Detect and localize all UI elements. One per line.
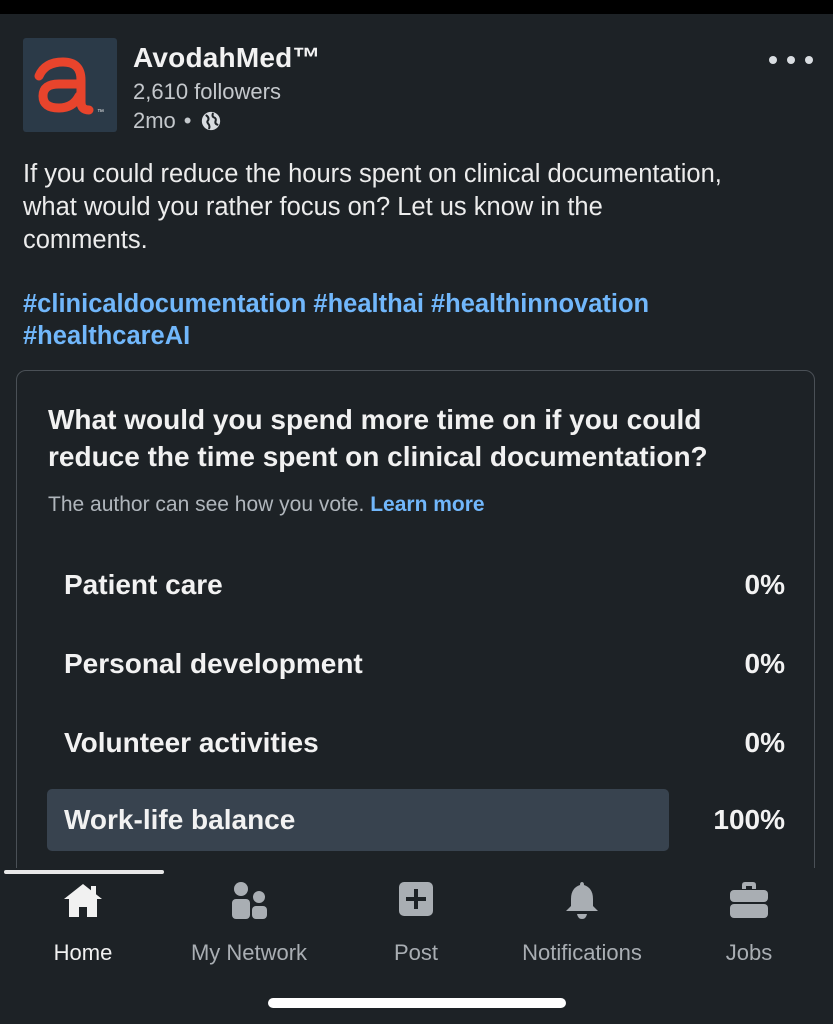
poll-option[interactable]: Personal development 0% — [47, 633, 787, 695]
globe-icon — [201, 111, 220, 131]
poll-option-percent: 0% — [744, 648, 785, 679]
nav-jobs[interactable]: Jobs — [666, 880, 832, 980]
poll-option-percent: 100% — [713, 804, 785, 835]
company-logo[interactable]: ™ — [23, 38, 117, 132]
bell-icon — [566, 882, 598, 919]
nav-my-network[interactable]: My Network — [166, 880, 332, 980]
poll-option-label: Patient care — [64, 569, 223, 600]
poll-option[interactable]: Work-life balance 100% — [47, 789, 787, 851]
nav-label: Notifications — [522, 940, 642, 965]
poll-card: What would you spend more time on if you… — [16, 370, 815, 930]
post-text-line: comments. — [23, 226, 148, 254]
nav-post[interactable]: Post — [333, 880, 499, 980]
nav-home[interactable]: Home — [0, 880, 166, 980]
poll-option-percent: 0% — [744, 569, 785, 600]
home-icon — [64, 884, 102, 917]
network-icon — [232, 882, 267, 919]
poll-option-label: Volunteer activities — [64, 727, 319, 758]
active-tab-indicator — [4, 870, 164, 874]
post-meta: 2mo • — [133, 108, 222, 134]
post-icon — [399, 882, 433, 916]
logo-tm: ™ — [97, 109, 104, 116]
dot-icon — [769, 56, 777, 64]
poll-option-label: Personal development — [64, 648, 363, 679]
hashtag-link[interactable]: #healthinnovation — [431, 290, 649, 318]
poll-privacy-note: The author can see how you vote. Learn m… — [48, 493, 485, 517]
dot-icon — [805, 56, 813, 64]
avodahmed-logo-icon: ™ — [34, 57, 104, 116]
post-time: 2mo — [133, 108, 176, 133]
poll-question: What would you spend more time on if you… — [48, 404, 708, 472]
briefcase-icon — [730, 882, 768, 918]
hashtag-link[interactable]: #healthcareAI — [23, 322, 190, 350]
learn-more-link[interactable]: Learn more — [370, 493, 484, 516]
hashtag-link[interactable]: #clinicaldocumentation — [23, 290, 306, 318]
nav-label: My Network — [190, 940, 308, 965]
poll-option[interactable]: Patient care 0% — [47, 554, 787, 616]
post-text-line: what would you rather focus on? Let us k… — [23, 193, 603, 221]
company-name[interactable]: AvodahMed™ — [133, 42, 321, 74]
post-header: ™ AvodahMed™ 2,610 followers 2mo • — [23, 38, 813, 134]
nav-notifications[interactable]: Notifications — [499, 880, 665, 980]
hashtag-link[interactable]: #healthai — [313, 290, 424, 318]
hashtags: #clinicaldocumentation #healthai #healthin… — [23, 288, 813, 352]
poll-option[interactable]: Volunteer activities 0% — [47, 712, 787, 774]
post-text-line: If you could reduce the hours spent on c… — [23, 160, 722, 188]
poll-option-label: Work-life balance — [64, 804, 296, 835]
post-text: If you could reduce the hours spent on c… — [23, 158, 813, 257]
nav-label: Post — [393, 940, 439, 965]
more-options-button[interactable] — [769, 46, 813, 70]
home-indicator — [268, 998, 566, 1008]
dot-icon — [787, 56, 795, 64]
status-bar — [0, 0, 833, 14]
meta-separator: • — [183, 108, 192, 133]
nav-label: Home — [53, 940, 113, 965]
nav-label: Jobs — [725, 940, 773, 965]
follower-count: 2,610 followers — [133, 79, 281, 104]
poll-option-percent: 0% — [744, 727, 785, 758]
poll-note-text: The author can see how you vote. — [48, 493, 365, 516]
